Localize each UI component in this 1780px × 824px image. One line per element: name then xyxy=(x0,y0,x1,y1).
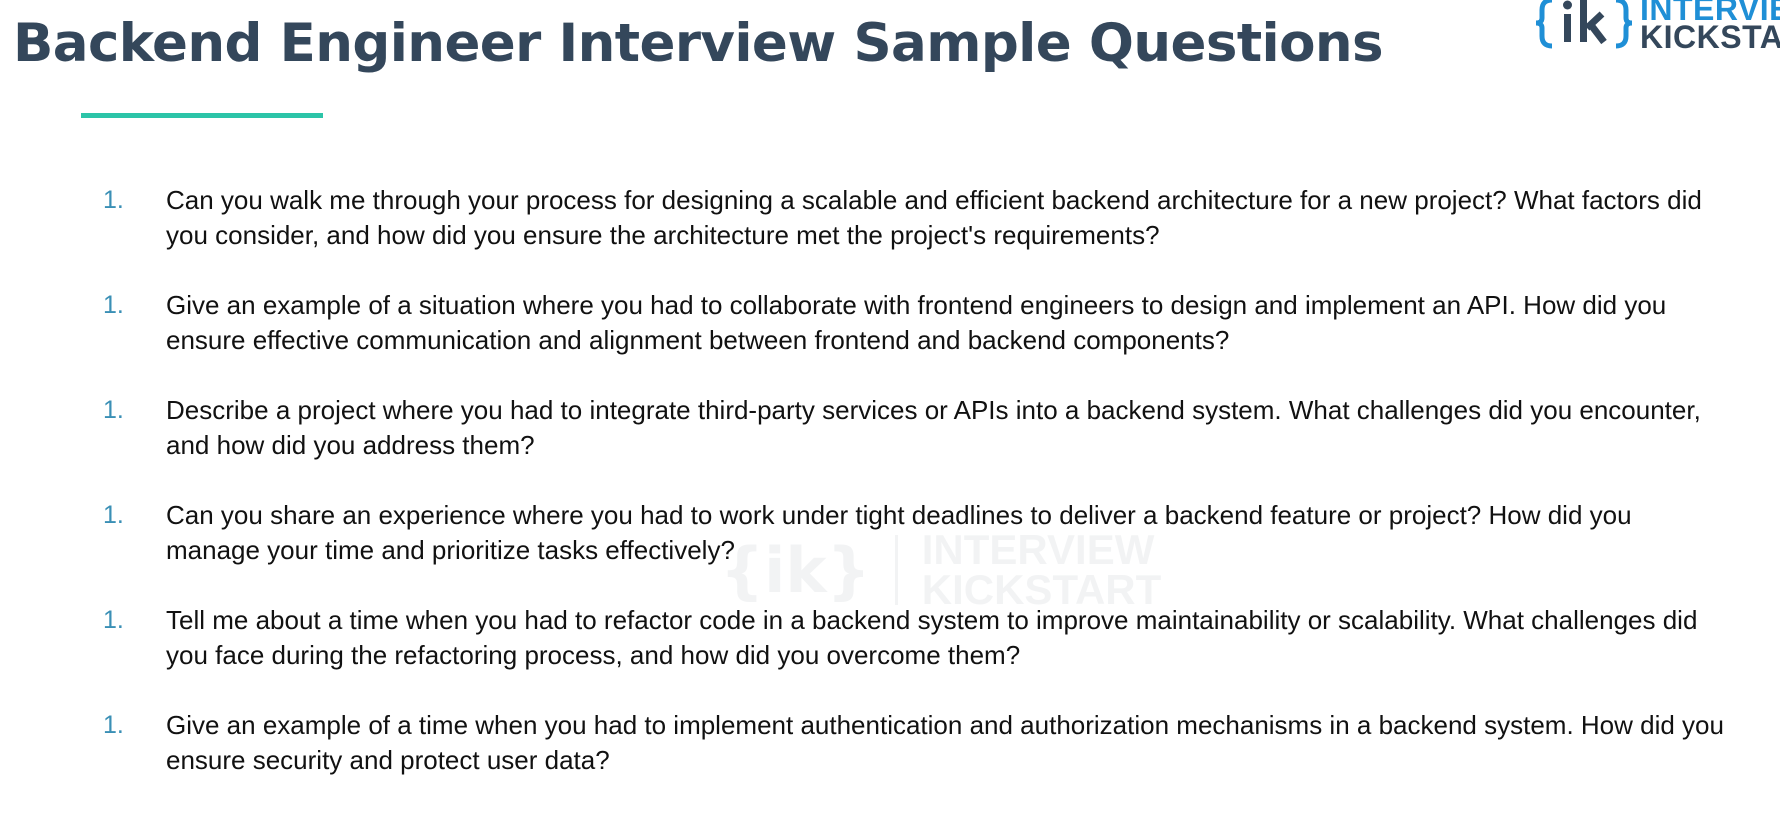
question-text: Tell me about a time when you had to ref… xyxy=(166,605,1698,670)
list-number: 1. xyxy=(103,711,124,739)
list-number: 1. xyxy=(103,396,124,424)
list-number: 1. xyxy=(103,501,124,529)
list-number: 1. xyxy=(103,291,124,319)
logo-wordmark: INTERVIEW KICKSTART xyxy=(1640,0,1780,55)
list-number: 1. xyxy=(103,186,124,214)
question-text: Give an example of a time when you had t… xyxy=(166,710,1724,775)
question-text: Can you share an experience where you ha… xyxy=(166,500,1632,565)
question-text: Can you walk me through your process for… xyxy=(166,185,1702,250)
page-title: Backend Engineer Interview Sample Questi… xyxy=(13,13,1384,74)
logo-wordmark-line2: KICKSTART xyxy=(1640,19,1780,55)
question-text: Describe a project where you had to inte… xyxy=(166,395,1701,460)
ik-brace-logo-icon xyxy=(1536,0,1633,49)
list-number: 1. xyxy=(103,606,124,634)
title-underline xyxy=(81,113,323,118)
question-text: Give an example of a situation where you… xyxy=(166,290,1667,355)
company-logo: INTERVIEW KICKSTART xyxy=(1536,0,1780,55)
